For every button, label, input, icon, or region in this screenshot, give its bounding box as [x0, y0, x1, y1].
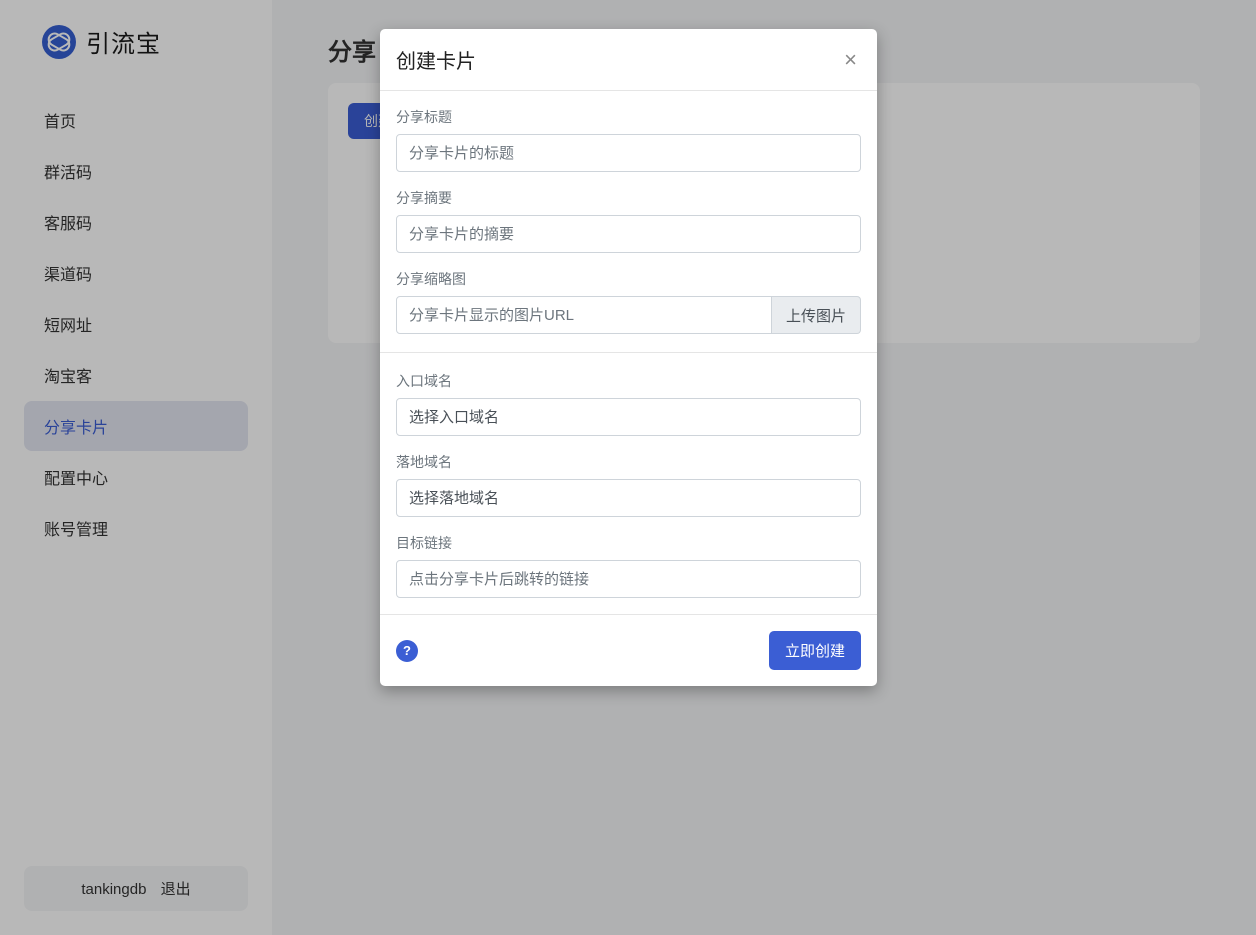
form-divider: [380, 352, 877, 353]
share-title-label: 分享标题: [396, 107, 861, 127]
form-group-target-link: 目标链接: [396, 533, 861, 598]
form-group-share-title: 分享标题: [396, 107, 861, 172]
form-group-entry-domain: 入口域名 选择入口域名: [396, 371, 861, 436]
form-group-share-summary: 分享摘要: [396, 188, 861, 253]
share-summary-label: 分享摘要: [396, 188, 861, 208]
share-thumbnail-group: 上传图片: [396, 296, 861, 334]
modal-footer: ? 立即创建: [380, 614, 877, 686]
modal-body: 分享标题 分享摘要 分享缩略图 上传图片 入口域名 选择入口域名 落地域名 选择…: [380, 91, 877, 614]
share-summary-input[interactable]: [396, 215, 861, 253]
entry-domain-label: 入口域名: [396, 371, 861, 391]
entry-domain-select[interactable]: 选择入口域名: [396, 398, 861, 436]
landing-domain-select[interactable]: 选择落地域名: [396, 479, 861, 517]
create-card-modal: 创建卡片 × 分享标题 分享摘要 分享缩略图 上传图片 入口域名 选择入口域名: [380, 29, 877, 686]
form-group-landing-domain: 落地域名 选择落地域名: [396, 452, 861, 517]
modal-title: 创建卡片: [396, 45, 476, 74]
share-thumbnail-input[interactable]: [396, 296, 772, 334]
submit-button[interactable]: 立即创建: [769, 631, 861, 670]
close-icon[interactable]: ×: [840, 49, 861, 71]
target-link-input[interactable]: [396, 560, 861, 598]
share-thumbnail-label: 分享缩略图: [396, 269, 861, 289]
target-link-label: 目标链接: [396, 533, 861, 553]
landing-domain-label: 落地域名: [396, 452, 861, 472]
modal-header: 创建卡片 ×: [380, 29, 877, 91]
share-title-input[interactable]: [396, 134, 861, 172]
help-icon[interactable]: ?: [396, 640, 418, 662]
form-group-share-thumbnail: 分享缩略图 上传图片: [396, 269, 861, 334]
upload-image-button[interactable]: 上传图片: [772, 296, 861, 334]
